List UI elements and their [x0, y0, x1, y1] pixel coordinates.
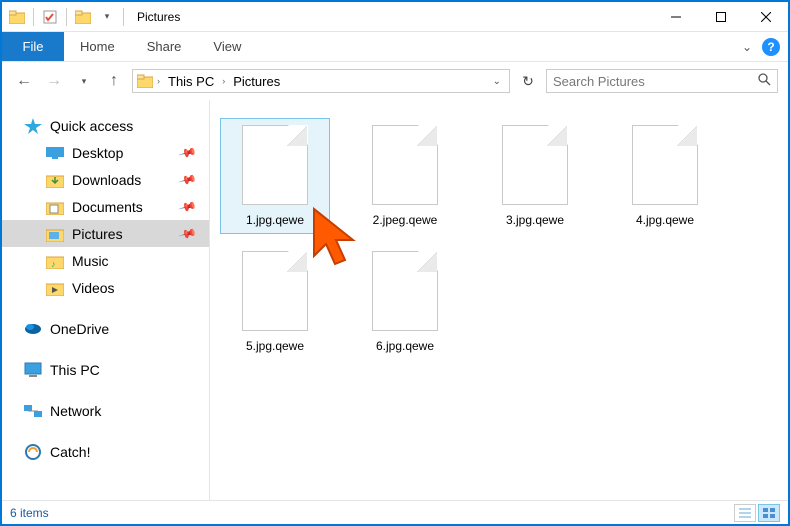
chevron-right-icon[interactable]: ›: [155, 76, 162, 86]
file-pane[interactable]: 1.jpg.qewe 2.jpeg.qewe 3.jpg.qewe 4.jpg.…: [210, 100, 788, 502]
file-icon: [502, 125, 568, 205]
sidebar-item-desktop[interactable]: Desktop 📌: [2, 139, 209, 166]
file-name: 3.jpg.qewe: [506, 213, 564, 227]
view-large-icons-button[interactable]: [758, 504, 780, 522]
status-count: 6 items: [10, 506, 49, 520]
tab-home[interactable]: Home: [64, 32, 131, 61]
sidebar-catch[interactable]: Catch!: [2, 438, 209, 465]
window-title: Pictures: [131, 10, 180, 24]
minimize-button[interactable]: [653, 2, 698, 32]
back-button[interactable]: ←: [12, 69, 36, 93]
pin-icon: 📌: [178, 143, 198, 163]
sidebar-item-label: OneDrive: [50, 321, 109, 337]
search-input[interactable]: Search Pictures: [546, 69, 778, 93]
pictures-icon: [46, 226, 64, 242]
file-tab[interactable]: File: [2, 32, 64, 61]
sidebar-item-label: Videos: [72, 280, 115, 296]
sidebar-item-label: Catch!: [50, 444, 90, 460]
pin-icon: 📌: [178, 170, 198, 190]
maximize-button[interactable]: [698, 2, 743, 32]
folder-small-icon[interactable]: [72, 6, 94, 28]
main-area: Quick access Desktop 📌 Downloads 📌 Docum…: [2, 100, 788, 502]
breadcrumb-pictures[interactable]: Pictures: [229, 74, 284, 89]
properties-icon[interactable]: [39, 6, 61, 28]
star-icon: [24, 118, 42, 134]
folder-icon: [137, 74, 153, 88]
desktop-icon: [46, 145, 64, 161]
svg-text:♪: ♪: [51, 259, 56, 269]
file-name: 2.jpeg.qewe: [373, 213, 438, 227]
file-item[interactable]: 6.jpg.qewe: [350, 244, 460, 360]
sidebar-quick-access-label: Quick access: [50, 118, 133, 134]
sidebar-item-label: Pictures: [72, 226, 123, 242]
sidebar: Quick access Desktop 📌 Downloads 📌 Docum…: [2, 100, 210, 502]
close-button[interactable]: [743, 2, 788, 32]
network-icon: [24, 403, 42, 419]
documents-icon: [46, 199, 64, 215]
breadcrumb-thispc[interactable]: This PC: [164, 74, 218, 89]
file-icon: [242, 125, 308, 205]
file-item[interactable]: 1.jpg.qewe: [220, 118, 330, 234]
refresh-button[interactable]: ↻: [516, 69, 540, 93]
file-item[interactable]: 3.jpg.qewe: [480, 118, 590, 234]
file-item[interactable]: 4.jpg.qewe: [610, 118, 720, 234]
sidebar-item-label: Network: [50, 403, 101, 419]
window-controls: [653, 2, 788, 32]
ribbon-collapse-icon[interactable]: ⌄: [742, 40, 752, 54]
up-button[interactable]: ↑: [102, 69, 126, 93]
sidebar-item-videos[interactable]: Videos: [2, 274, 209, 301]
file-icon: [242, 251, 308, 331]
sidebar-item-label: Music: [72, 253, 109, 269]
pin-icon: 📌: [178, 197, 198, 217]
view-details-button[interactable]: [734, 504, 756, 522]
thispc-icon: [24, 362, 42, 378]
file-item[interactable]: 2.jpeg.qewe: [350, 118, 460, 234]
catch-icon: [24, 444, 42, 460]
tab-view[interactable]: View: [197, 32, 257, 61]
status-bar: 6 items: [2, 500, 788, 524]
file-icon: [632, 125, 698, 205]
chevron-right-icon[interactable]: ›: [220, 76, 227, 86]
titlebar: ▾ Pictures: [2, 2, 788, 32]
file-name: 4.jpg.qewe: [636, 213, 694, 227]
sidebar-thispc[interactable]: This PC: [2, 356, 209, 383]
address-bar[interactable]: › This PC › Pictures ⌄: [132, 69, 510, 93]
sidebar-item-label: Documents: [72, 199, 143, 215]
onedrive-icon: [24, 321, 42, 337]
sidebar-onedrive[interactable]: OneDrive: [2, 315, 209, 342]
pin-icon: 📌: [178, 224, 198, 244]
search-icon[interactable]: [758, 73, 771, 89]
sidebar-item-label: This PC: [50, 362, 100, 378]
file-name: 5.jpg.qewe: [246, 339, 304, 353]
sidebar-item-music[interactable]: ♪ Music: [2, 247, 209, 274]
forward-button[interactable]: →: [42, 69, 66, 93]
file-icon: [372, 125, 438, 205]
tab-share[interactable]: Share: [131, 32, 198, 61]
quick-access-toolbar: ▾: [2, 6, 131, 28]
music-icon: ♪: [46, 253, 64, 269]
sidebar-item-label: Downloads: [72, 172, 141, 188]
sidebar-item-label: Desktop: [72, 145, 123, 161]
folder-icon: [6, 6, 28, 28]
sidebar-item-documents[interactable]: Documents 📌: [2, 193, 209, 220]
file-icon: [372, 251, 438, 331]
address-dropdown-icon[interactable]: ⌄: [489, 76, 505, 87]
qat-dropdown-icon[interactable]: ▾: [96, 6, 118, 28]
sidebar-network[interactable]: Network: [2, 397, 209, 424]
downloads-icon: [46, 172, 64, 188]
ribbon: File Home Share View ⌄ ?: [2, 32, 788, 62]
recent-dropdown-icon[interactable]: ▾: [72, 69, 96, 93]
sidebar-item-downloads[interactable]: Downloads 📌: [2, 166, 209, 193]
help-icon[interactable]: ?: [762, 38, 780, 56]
file-item[interactable]: 5.jpg.qewe: [220, 244, 330, 360]
file-name: 6.jpg.qewe: [376, 339, 434, 353]
search-placeholder: Search Pictures: [553, 74, 645, 89]
navbar: ← → ▾ ↑ › This PC › Pictures ⌄ ↻ Search …: [2, 62, 788, 100]
file-name: 1.jpg.qewe: [246, 213, 304, 227]
sidebar-quick-access[interactable]: Quick access: [2, 112, 209, 139]
videos-icon: [46, 280, 64, 296]
sidebar-item-pictures[interactable]: Pictures 📌: [2, 220, 209, 247]
